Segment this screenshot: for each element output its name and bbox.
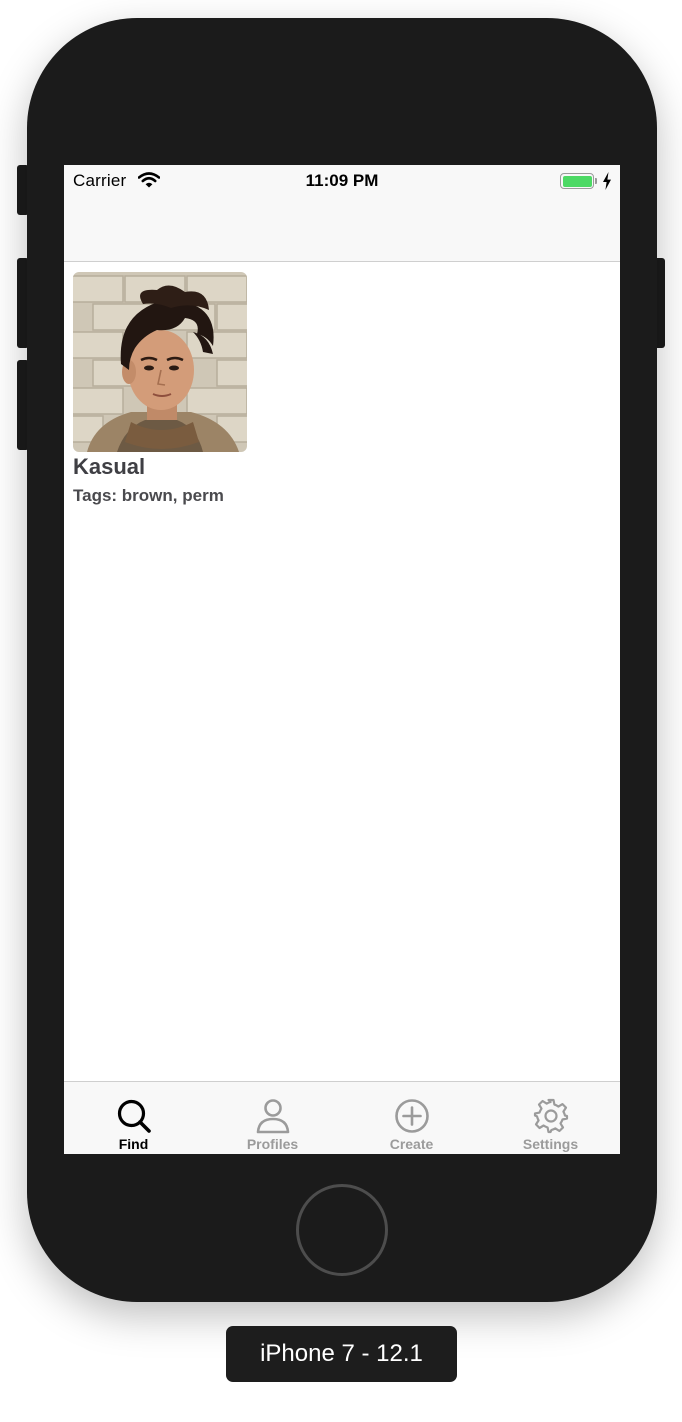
tab-settings-label: Settings bbox=[522, 1136, 579, 1152]
profile-tags: Tags: brown, perm bbox=[73, 486, 224, 505]
search-icon bbox=[117, 1099, 151, 1133]
person-icon bbox=[256, 1099, 289, 1134]
simulator-stage: Carrier 11:09 PM Kasual Tags: brown, per… bbox=[0, 0, 682, 1422]
profiles-grid: Kasual Tags: brown, perm bbox=[64, 262, 620, 1081]
battery-icon bbox=[560, 173, 594, 189]
tab-profiles-label: Profiles bbox=[246, 1136, 299, 1152]
tab-bar: Find Profiles Create Settings bbox=[64, 1081, 620, 1154]
tab-profiles[interactable]: Profiles bbox=[203, 1082, 342, 1154]
charging-bolt-icon bbox=[603, 172, 611, 190]
plus-circle-icon bbox=[394, 1099, 429, 1133]
status-bar: Carrier 11:09 PM bbox=[64, 165, 620, 197]
tab-find[interactable]: Find bbox=[64, 1082, 203, 1154]
tab-find-label: Find bbox=[118, 1136, 149, 1152]
tab-create-label: Create bbox=[389, 1136, 434, 1152]
device-label: iPhone 7 - 12.1 bbox=[226, 1326, 457, 1382]
battery-level-fill bbox=[562, 175, 592, 187]
home-button[interactable] bbox=[296, 1184, 388, 1276]
profile-card[interactable]: Kasual Tags: brown, perm bbox=[73, 272, 253, 506]
navigation-bar bbox=[64, 197, 620, 262]
phone-screen: Carrier 11:09 PM Kasual Tags: brown, per… bbox=[64, 165, 620, 1154]
profile-photo bbox=[73, 272, 247, 452]
profile-name: Kasual bbox=[73, 454, 146, 479]
battery-tip bbox=[595, 178, 597, 184]
tab-create[interactable]: Create bbox=[342, 1082, 481, 1154]
tab-settings[interactable]: Settings bbox=[481, 1082, 620, 1154]
status-time: 11:09 PM bbox=[305, 171, 379, 190]
gear-icon bbox=[533, 1098, 568, 1134]
